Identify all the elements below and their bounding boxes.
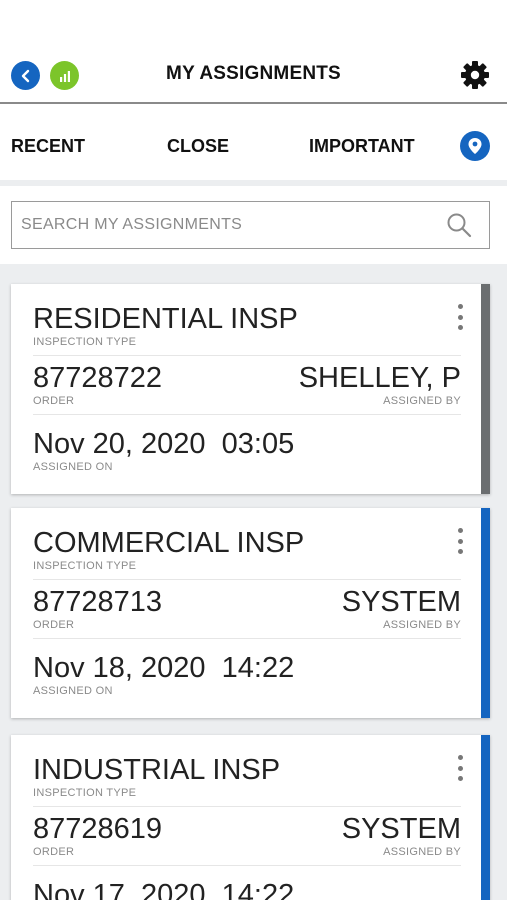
assigned-on-label: ASSIGNED ON (33, 685, 113, 697)
inspection-type-label: INSPECTION TYPE (33, 560, 137, 572)
tab-close[interactable]: CLOSE (167, 136, 229, 157)
tab-recent[interactable]: RECENT (11, 136, 85, 157)
inspection-type-value: INDUSTRIAL INSP (33, 754, 281, 786)
card-order-row: 87728722 ORDER SHELLEY, P ASSIGNED BY (33, 357, 461, 415)
search-box[interactable] (11, 201, 490, 249)
inspection-type-value: RESIDENTIAL INSP (33, 303, 298, 335)
inspection-type-label: INSPECTION TYPE (33, 787, 137, 799)
assignment-card[interactable]: INDUSTRIAL INSP INSPECTION TYPE 87728619… (11, 735, 490, 900)
assigned-date: Nov 17, 2020 (33, 879, 206, 900)
assigned-time: 14:22 (221, 879, 295, 900)
assigned-by-label: ASSIGNED BY (383, 846, 461, 858)
assigned-time: 03:05 (221, 428, 295, 460)
app-header: MY ASSIGNMENTS (0, 0, 507, 104)
settings-button[interactable] (459, 59, 491, 91)
assigned-on-label: ASSIGNED ON (33, 461, 113, 473)
assigned-by-label: ASSIGNED BY (383, 619, 461, 631)
assigned-on-value: Nov 20, 2020 03:05 (33, 427, 294, 461)
page-title: MY ASSIGNMENTS (166, 63, 341, 84)
more-options-icon[interactable] (454, 755, 466, 781)
assigned-by-value: SYSTEM (341, 586, 461, 618)
filter-tabs: RECENT CLOSE IMPORTANT (0, 106, 507, 180)
assignment-card[interactable]: COMMERCIAL INSP INSPECTION TYPE 87728713… (11, 508, 490, 718)
map-pin-icon (468, 138, 482, 154)
tab-important[interactable]: IMPORTANT (309, 136, 415, 157)
card-order-row: 87728713 ORDER SYSTEM ASSIGNED BY (33, 581, 461, 639)
assigned-by-label: ASSIGNED BY (383, 395, 461, 407)
order-number: 87728619 (33, 813, 163, 845)
search-icon[interactable] (445, 211, 473, 239)
assigned-on-value: Nov 17, 2020 14:22 (33, 878, 294, 900)
search-input[interactable] (21, 202, 441, 247)
more-options-icon[interactable] (454, 304, 466, 330)
inspection-type-label: INSPECTION TYPE (33, 336, 137, 348)
gear-icon (461, 61, 489, 89)
order-label: ORDER (33, 846, 75, 858)
map-view-button[interactable] (460, 131, 490, 161)
order-number: 87728722 (33, 362, 163, 394)
order-number: 87728713 (33, 586, 163, 618)
card-date-row: Nov 18, 2020 14:22 ASSIGNED ON (33, 647, 461, 705)
card-type-row: INDUSTRIAL INSP INSPECTION TYPE (33, 749, 461, 807)
card-type-row: RESIDENTIAL INSP INSPECTION TYPE (33, 298, 461, 356)
assigned-date: Nov 20, 2020 (33, 428, 206, 460)
assignment-list: RESIDENTIAL INSP INSPECTION TYPE 8772872… (0, 264, 507, 900)
card-date-row: Nov 20, 2020 03:05 ASSIGNED ON (33, 423, 461, 481)
assigned-time: 14:22 (221, 652, 295, 684)
assigned-date: Nov 18, 2020 (33, 652, 206, 684)
assignment-card[interactable]: RESIDENTIAL INSP INSPECTION TYPE 8772872… (11, 284, 490, 494)
inspection-type-value: COMMERCIAL INSP (33, 527, 305, 559)
card-type-row: COMMERCIAL INSP INSPECTION TYPE (33, 522, 461, 580)
assigned-on-value: Nov 18, 2020 14:22 (33, 651, 294, 685)
card-order-row: 87728619 ORDER SYSTEM ASSIGNED BY (33, 808, 461, 866)
assigned-by-value: SHELLEY, P (298, 362, 461, 394)
more-options-icon[interactable] (454, 528, 466, 554)
order-label: ORDER (33, 619, 75, 631)
card-date-row: Nov 17, 2020 14:22 ASSIGNED ON (33, 874, 461, 900)
search-section (0, 180, 507, 264)
assigned-by-value: SYSTEM (341, 813, 461, 845)
order-label: ORDER (33, 395, 75, 407)
